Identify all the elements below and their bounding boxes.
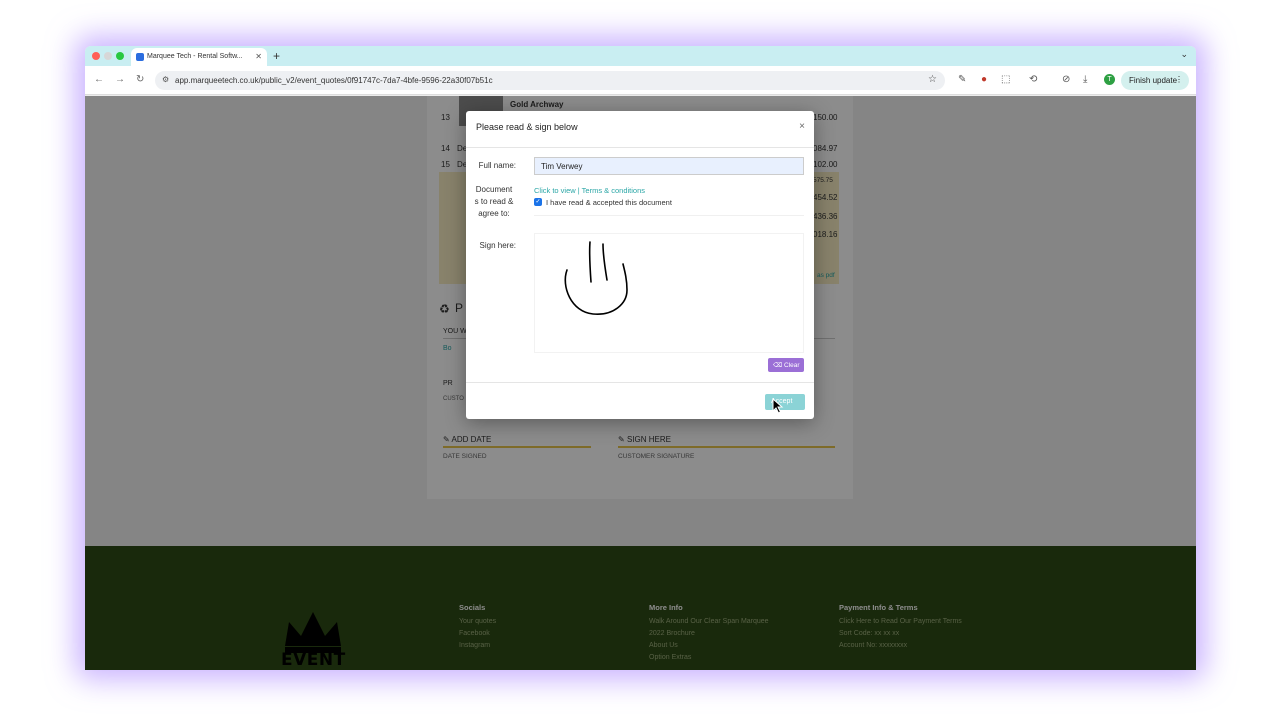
extensions-icon[interactable]: ⬚ (1001, 74, 1010, 85)
sign-modal: Please read & sign below × Full name: Do… (466, 111, 814, 419)
clear-signature-button[interactable]: ⌫ Clear (768, 358, 804, 372)
maximize-window-icon[interactable] (116, 52, 124, 60)
pen-icon[interactable]: ✎ (958, 74, 966, 85)
site-info-icon[interactable]: ⚙ (162, 75, 169, 84)
modal-title: Please read & sign below (476, 122, 578, 132)
modal-header-divider (466, 147, 814, 148)
history-icon[interactable]: ⟲ (1029, 74, 1037, 85)
sign-here-label: Sign here: (479, 241, 516, 250)
eraser-icon: ⌫ (773, 362, 784, 369)
documents-label-line: s to read & (474, 197, 514, 206)
browser-toolbar: ← → ↻ ⚙ app.marqueetech.co.uk/public_v2/… (85, 66, 1196, 95)
clear-label: Clear (784, 362, 800, 369)
browser-window: Marquee Tech - Rental Softw... ✕ + ⌄ ← →… (85, 46, 1196, 670)
minimize-window-icon[interactable] (104, 52, 112, 60)
address-bar[interactable]: ⚙ app.marqueetech.co.uk/public_v2/event_… (155, 71, 945, 90)
full-name-input[interactable] (534, 157, 804, 175)
finish-update-button[interactable]: Finish update ⋮ (1121, 71, 1189, 90)
signature-pad[interactable] (534, 233, 804, 353)
accepted-checkbox[interactable]: ✓ (534, 198, 542, 206)
url-text: app.marqueetech.co.uk/public_v2/event_qu… (175, 76, 493, 85)
forward-icon[interactable]: → (115, 74, 125, 85)
documents-divider (534, 215, 804, 216)
sync-icon[interactable]: ⊘ (1062, 74, 1070, 85)
tab-search-icon[interactable]: ⌄ (1180, 49, 1188, 60)
browser-tab[interactable]: Marquee Tech - Rental Softw... ✕ (131, 48, 267, 66)
documents-label-line: agree to: (478, 209, 510, 218)
tab-close-icon[interactable]: ✕ (255, 52, 262, 61)
full-name-label: Full name: (478, 161, 516, 170)
bookmark-star-icon[interactable]: ☆ (928, 74, 937, 85)
profile-avatar[interactable]: T (1104, 74, 1115, 85)
accepted-label: I have read & accepted this document (546, 198, 672, 207)
finish-update-label: Finish update (1129, 76, 1178, 85)
modal-footer-divider (466, 382, 814, 383)
tab-strip: Marquee Tech - Rental Softw... ✕ + ⌄ (85, 46, 1196, 66)
modal-close-icon[interactable]: × (799, 121, 805, 132)
reload-icon[interactable]: ↻ (136, 74, 144, 85)
download-icon[interactable]: ⤓ (1083, 74, 1087, 85)
documents-label: Document s to read & agree to: (472, 184, 516, 220)
extension-record-icon[interactable]: ● (981, 74, 987, 85)
more-menu-icon[interactable]: ⋮ (1175, 75, 1183, 84)
accept-button[interactable]: Accept (765, 394, 805, 410)
mouse-cursor-icon (772, 398, 784, 414)
documents-label-line: Document (475, 185, 513, 194)
close-window-icon[interactable] (92, 52, 100, 60)
favicon-icon (136, 53, 144, 61)
tab-title: Marquee Tech - Rental Softw... (147, 53, 243, 60)
signature-drawing (564, 241, 628, 315)
back-icon[interactable]: ← (94, 74, 104, 85)
new-tab-button[interactable]: + (273, 49, 280, 63)
terms-document-link[interactable]: Click to view | Terms & conditions (534, 186, 645, 195)
